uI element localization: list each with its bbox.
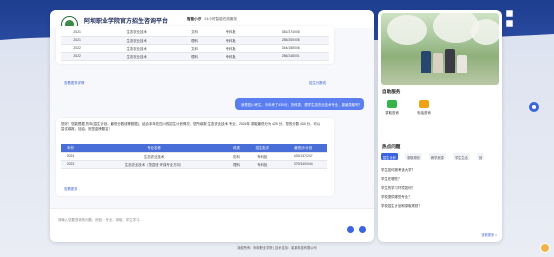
- table-row: 2022 生态农业技术 文科 专科批 344/168/0/8: [61, 44, 329, 53]
- user-message: 我是四川考生，今年考了430分，历科类，想学生态农业技术专业，能被录取吗？: [235, 98, 364, 110]
- service-admission-query[interactable]: 录取查询: [381, 100, 403, 115]
- more-questions-link[interactable]: 查看更多 >: [482, 232, 498, 237]
- table-header-cell: 年份: [61, 144, 81, 153]
- tab-1[interactable]: 录取规则: [405, 153, 422, 160]
- score-line-link[interactable]: 招生分数线: [309, 80, 326, 85]
- tab-0[interactable]: 招生计划: [381, 153, 398, 160]
- table-cell: 生态农业技术: [93, 36, 181, 45]
- service-label: 电话咨询: [417, 111, 431, 115]
- wechat-icon: [387, 100, 397, 108]
- service-label: 录取查询: [385, 111, 399, 115]
- table-cell: 理科: [180, 36, 210, 45]
- assistant-subtitle: 智能小汐 24小时智能在线服务: [187, 17, 237, 22]
- footer-copyright: 版权所有：阿坝职业学院 | 技术支持：某某科技有限公司: [237, 246, 317, 250]
- table-row: 2021 生态农业技术 理科 专科批 285/250/0/8: [61, 36, 329, 45]
- table-cell: 历科: [228, 152, 246, 161]
- phone-icon: [419, 100, 429, 108]
- table-row: 2022 生态农业技术 理科 专科批 286/248/0/1: [61, 52, 329, 61]
- table-cell: 专科批: [209, 44, 253, 53]
- message-list[interactable]: 2021 生态农业技术 文科 专科批 381/374/0/8 2021 生态农业技术 理科 专科…: [50, 26, 374, 210]
- voice-icon[interactable]: [347, 226, 354, 233]
- chat-input-area: 请输入您要咨询的问题，例如：专业、录取、学生学习...: [50, 208, 374, 242]
- customer-service-icon[interactable]: [529, 102, 539, 112]
- table-cell: 生态农业技术: [93, 44, 181, 53]
- table-cell: 理科: [180, 52, 210, 61]
- table-cell: 理科: [228, 160, 246, 169]
- table-cell: 344/168/0/8: [252, 44, 329, 53]
- tab-4[interactable]: 就: [477, 153, 485, 160]
- table-cell: 2022: [61, 52, 94, 61]
- table-cell: 2021: [61, 28, 94, 37]
- send-icon[interactable]: [359, 226, 366, 233]
- table-cell: 2022: [61, 44, 94, 53]
- view-more-link-1[interactable]: 查看更多详情: [64, 80, 84, 85]
- table-header-cell: 最低分/计划: [279, 144, 327, 153]
- info-panel: 自助服务 录取查询 电话咨询 热点问题 招生计划 录取规则 教学资源 学生生活 …: [378, 10, 502, 242]
- table-cell: 专科批: [245, 152, 280, 161]
- table-cell: 379/340/044: [279, 160, 327, 169]
- page-title: 阿坝职业学院官方招生咨询平台: [84, 19, 169, 25]
- table-cell: 专科批: [209, 52, 253, 61]
- table-cell: 专科批: [209, 28, 253, 37]
- score-table-2: 年份 专业名称 科类 招生批次 最低分/计划 2024 生态农业技术 历科 专科批 425/13…: [61, 144, 327, 169]
- hot-questions-title: 热点问题: [382, 144, 401, 149]
- chat-panel: 阿坝职业学院官方招生咨询平台 智能小汐 24小时智能在线服务 2021 生态农业技…: [50, 10, 374, 242]
- table-cell: 生态农业技术: [93, 28, 181, 37]
- table-header-cell: 科类: [228, 144, 246, 153]
- table-cell: 2024: [61, 152, 81, 161]
- tab-3[interactable]: 学生生活: [453, 153, 470, 160]
- score-table-1: 2021 生态农业技术 文科 专科批 381/374/0/8 2021 生态农业技术 理科 专科…: [61, 28, 329, 61]
- tab-2[interactable]: 教学资源: [429, 153, 446, 160]
- table-cell: 专科批: [245, 160, 280, 169]
- view-more-link-2[interactable]: 查看更多: [64, 186, 78, 191]
- table-header-cell: 招生批次: [245, 144, 280, 153]
- table-cell: 381/374/0/8: [252, 28, 329, 37]
- side-toolbar-button[interactable]: [506, 10, 513, 17]
- question-tabs: 招生计划 录取规则 教学资源 学生生活 就: [381, 153, 499, 160]
- table-cell: 2023: [61, 160, 81, 169]
- table-row: 2021 生态农业技术 文科 专科批 381/374/0/8: [61, 28, 329, 37]
- table-cell: 286/248/0/1: [252, 52, 329, 61]
- hot-question[interactable]: 学生在哪些？: [381, 176, 401, 181]
- table-row: 2024 生态农业技术 历科 专科批 425/137/247: [61, 152, 327, 161]
- ai-message-2: 您好！您能根据 历年(招生计划、最低分数线等数据)，结合本年在四川的招生计划情况…: [56, 118, 334, 196]
- hot-question[interactable]: 学校招生计划和录取规则？: [381, 203, 422, 208]
- table-cell: 生态农业技术: [93, 52, 181, 61]
- assistant-name: 智能小汐: [187, 17, 202, 21]
- hot-question[interactable]: 学生的学习环境如何？: [381, 185, 415, 190]
- table-cell: 285/250/0/8: [252, 36, 329, 45]
- hot-question[interactable]: 学生如何报考该大学？: [381, 167, 415, 172]
- table-row: 2023 生态农业技术（茂县班 环保专业方向） 理科 专科批 379/340/044: [61, 160, 327, 169]
- table-cell: 文科: [180, 44, 210, 53]
- table-cell: 2021: [61, 36, 94, 45]
- table-cell: 生态农业技术（茂县班 环保专业方向）: [80, 160, 228, 169]
- side-toolbar-button[interactable]: [506, 20, 513, 27]
- table-cell: 425/137/247: [279, 152, 327, 161]
- table-cell: 文科: [180, 28, 210, 37]
- ai-message-1: 2021 生态农业技术 文科 专科批 381/374/0/8 2021 生态农业技术 理科 专科…: [56, 26, 334, 64]
- table-cell: 生态农业技术: [80, 152, 228, 161]
- chat-input[interactable]: 请输入您要咨询的问题，例如：专业、录取、学生学习...: [58, 217, 142, 222]
- services-title: 自助服务: [382, 89, 401, 94]
- campus-photo: [381, 13, 499, 85]
- table-header-cell: 专业名称: [80, 144, 228, 153]
- ai-reply-text: 您好！您能根据 历年(招生计划、最低分数线等数据)，结合本年在四川的招生计划情况…: [61, 122, 321, 131]
- assistant-tagline: 24小时智能在线服务: [204, 17, 238, 21]
- service-phone[interactable]: 电话咨询: [413, 100, 435, 115]
- hot-question[interactable]: 学校提供哪些专业？: [381, 194, 412, 199]
- table-cell: 专科批: [209, 36, 253, 45]
